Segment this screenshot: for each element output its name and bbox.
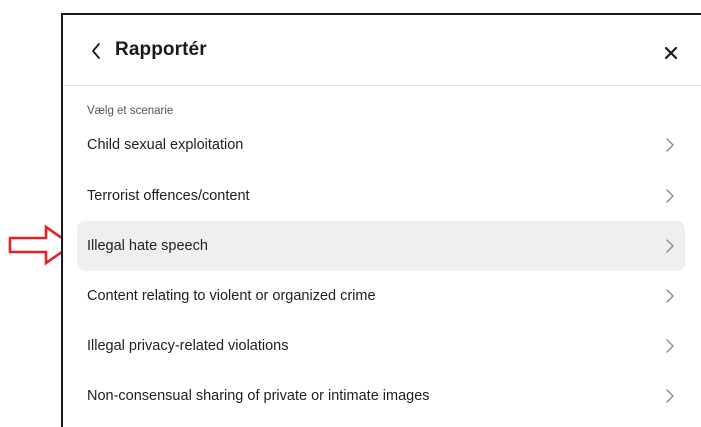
list-item-violent-organized-crime[interactable]: Content relating to violent or organized… (77, 271, 685, 321)
list-item-child-sexual-exploitation[interactable]: Child sexual exploitation (77, 120, 685, 170)
list-item-label: Illegal privacy-related violations (87, 338, 289, 354)
screenshot-stage: Rapportér Vælg et scenarie Child sexual … (0, 0, 701, 427)
dialog-header: Rapportér (63, 15, 701, 86)
report-dialog: Rapportér Vælg et scenarie Child sexual … (61, 13, 701, 427)
list-item-label: Non-consensual sharing of private or int… (87, 388, 430, 404)
list-item-illegal-hate-speech[interactable]: Illegal hate speech (77, 221, 685, 271)
list-item-privacy-violations[interactable]: Illegal privacy-related violations (77, 321, 685, 371)
list-item-label: Child sexual exploitation (87, 137, 244, 153)
section-label: Vælg et scenarie (87, 105, 174, 117)
list-item-non-consensual-images[interactable]: Non-consensual sharing of private or int… (77, 371, 685, 421)
chevron-right-icon (666, 339, 674, 353)
chevron-right-icon (666, 389, 674, 403)
chevron-right-icon (666, 138, 674, 152)
close-button[interactable] (659, 41, 683, 65)
chevron-left-icon (92, 43, 100, 59)
dialog-title: Rapportér (115, 39, 207, 60)
chevron-right-icon (666, 289, 674, 303)
list-item-label: Terrorist offences/content (87, 188, 250, 204)
list-item-label: Illegal hate speech (87, 238, 208, 254)
list-item-label: Content relating to violent or organized… (87, 288, 376, 304)
chevron-right-icon (666, 189, 674, 203)
close-icon (664, 46, 678, 60)
back-button[interactable] (85, 37, 107, 65)
chevron-right-icon (666, 239, 674, 253)
list-item-terrorist-offences[interactable]: Terrorist offences/content (77, 171, 685, 221)
